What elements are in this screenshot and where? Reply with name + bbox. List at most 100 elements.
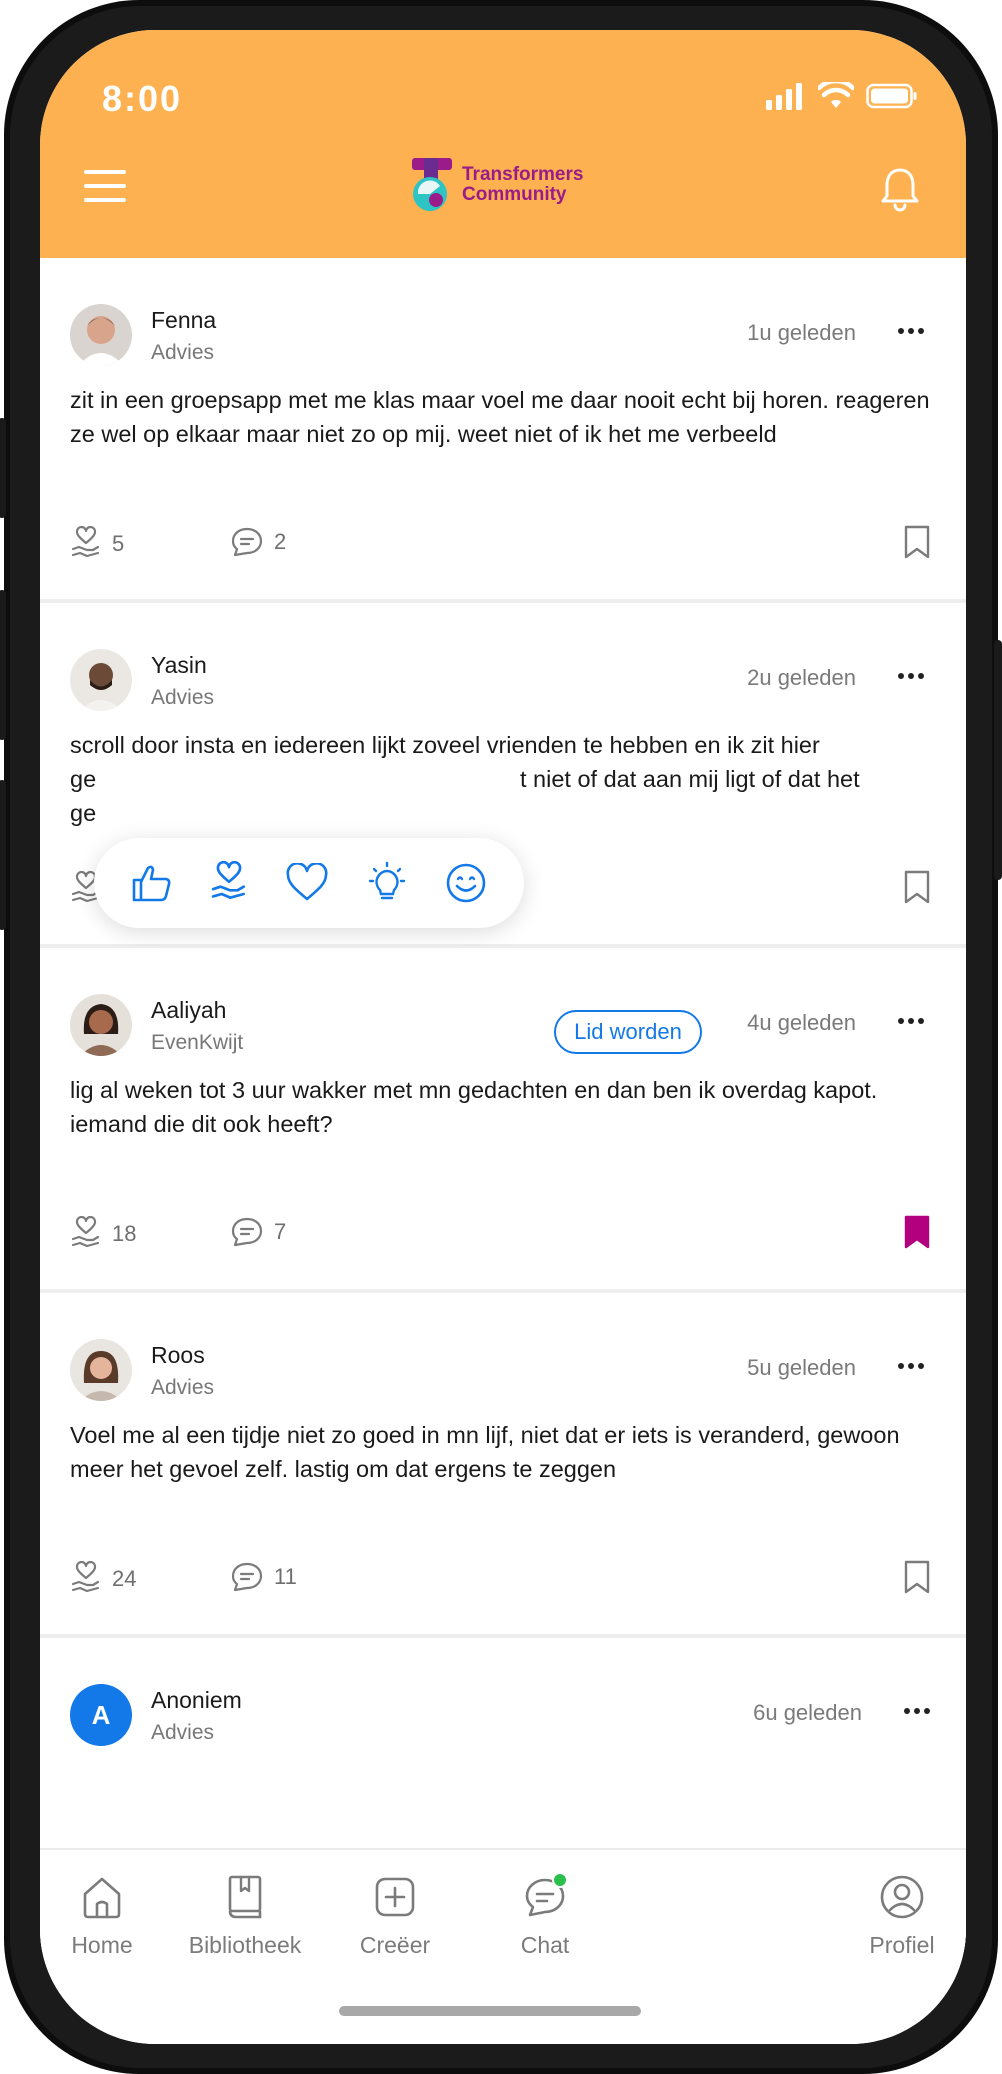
menu-button[interactable] bbox=[84, 170, 126, 206]
wifi-icon bbox=[818, 82, 854, 108]
post-time: 2u geleden bbox=[747, 665, 856, 690]
post-text[interactable]: Voel me al een tijdje niet zo goed in mn… bbox=[70, 1418, 940, 1486]
tab-label: Creëer bbox=[359, 1932, 431, 1958]
bookmark-icon[interactable] bbox=[902, 524, 932, 560]
post-time: 4u geleden bbox=[747, 1010, 856, 1035]
reaction-picker bbox=[94, 838, 524, 928]
hand-heart-icon[interactable] bbox=[209, 861, 249, 905]
comment-button[interactable]: 11 bbox=[230, 1561, 297, 1593]
post-time: 6u geleden bbox=[753, 1700, 862, 1725]
comment-count: 2 bbox=[274, 529, 287, 554]
post-text[interactable]: scroll door insta en iedereen lijkt zove… bbox=[70, 728, 940, 830]
post-author[interactable]: Anoniem bbox=[151, 1687, 242, 1714]
comment-icon bbox=[231, 527, 263, 557]
post-text[interactable]: zit in een groepsapp met me klas maar vo… bbox=[70, 383, 940, 451]
post-category: Advies bbox=[151, 1376, 215, 1399]
avatar-letter: A bbox=[91, 1699, 111, 1730]
more-options-icon[interactable] bbox=[898, 1010, 928, 1032]
join-button[interactable]: Lid worden bbox=[554, 1010, 702, 1054]
app-screen: 8:00 Transformers Community Fenna Advies… bbox=[40, 30, 966, 2044]
plus-square-icon bbox=[375, 1877, 415, 1917]
post-time: 1u geleden bbox=[747, 320, 856, 345]
book-icon bbox=[228, 1875, 262, 1919]
post-author[interactable]: Roos bbox=[151, 1342, 205, 1369]
avatar[interactable] bbox=[70, 304, 132, 366]
post-card[interactable]: Aaliyah EvenKwijt Lid worden 4u geleden … bbox=[40, 948, 966, 1293]
reaction-button[interactable]: 5 bbox=[70, 526, 124, 562]
reaction-count: 5 bbox=[112, 531, 125, 556]
post-category: Advies bbox=[151, 1721, 215, 1744]
more-options-icon[interactable] bbox=[898, 320, 928, 342]
logo-line-1: Transformers bbox=[462, 164, 584, 185]
post-category: Advies bbox=[151, 686, 215, 709]
heart-icon[interactable] bbox=[285, 863, 329, 903]
post-text-fragment: t niet of dat aan mij ligt of dat het bbox=[520, 766, 860, 792]
more-options-icon[interactable] bbox=[898, 665, 928, 687]
comment-count: 7 bbox=[274, 1219, 287, 1244]
signal-icon bbox=[766, 83, 802, 110]
tab-create[interactable]: Creëer bbox=[345, 1872, 445, 1959]
profile-icon bbox=[880, 1875, 924, 1919]
post-category: EvenKwijt bbox=[151, 1031, 244, 1054]
tab-chat[interactable]: Chat bbox=[495, 1872, 595, 1959]
post-text-fragment: ge bbox=[70, 766, 97, 792]
logo-mark-icon bbox=[412, 158, 452, 211]
post-text-line: ge bbox=[70, 800, 97, 826]
bottom-tab-bar: Home Bibliotheek Creëer Chat Profiel bbox=[40, 1848, 966, 2044]
post-card[interactable]: Roos Advies 5u geleden Voel me al een ti… bbox=[40, 1293, 966, 1638]
avatar[interactable] bbox=[70, 649, 132, 711]
avatar[interactable] bbox=[70, 994, 132, 1056]
post-author[interactable]: Yasin bbox=[151, 652, 207, 679]
hand-heart-icon bbox=[71, 1561, 100, 1593]
hand-heart-icon bbox=[71, 526, 100, 558]
smiley-icon[interactable] bbox=[444, 861, 488, 905]
more-options-icon[interactable] bbox=[898, 1355, 928, 1377]
avatar[interactable]: A bbox=[70, 1684, 132, 1746]
comment-icon bbox=[231, 1217, 263, 1247]
phone-frame: 8:00 Transformers Community Fenna Advies… bbox=[0, 0, 1002, 2074]
tab-label: Profiel bbox=[869, 1932, 935, 1958]
bookmark-icon[interactable] bbox=[902, 869, 932, 905]
post-time: 5u geleden bbox=[747, 1355, 856, 1380]
tab-profile[interactable]: Profiel bbox=[852, 1872, 952, 1959]
more-options-icon[interactable] bbox=[904, 1700, 934, 1722]
tab-home[interactable]: Home bbox=[52, 1872, 152, 1959]
hand-heart-icon bbox=[71, 1216, 100, 1248]
feed: Fenna Advies 1u geleden zit in een groep… bbox=[40, 258, 966, 1983]
avatar[interactable] bbox=[70, 1339, 132, 1401]
post-text[interactable]: lig al weken tot 3 uur wakker met mn ged… bbox=[70, 1073, 940, 1141]
lightbulb-icon[interactable] bbox=[365, 861, 409, 905]
home-icon bbox=[83, 1877, 121, 1919]
comment-button[interactable]: 7 bbox=[230, 1216, 286, 1248]
post-text-line: ge t niet of dat aan mij ligt of dat het bbox=[70, 762, 940, 796]
thumbs-up-icon[interactable] bbox=[130, 862, 174, 904]
post-text-line: scroll door insta en iedereen lijkt zove… bbox=[70, 732, 820, 758]
phone-volume-up bbox=[0, 590, 6, 740]
phone-power-button bbox=[994, 640, 1002, 880]
community-logo: Transformers Community bbox=[410, 156, 583, 214]
post-card[interactable]: Fenna Advies 1u geleden zit in een groep… bbox=[40, 258, 966, 603]
logo-line-2: Community bbox=[462, 184, 567, 205]
bookmark-filled-icon[interactable] bbox=[902, 1214, 932, 1250]
tab-label: Bibliotheek bbox=[188, 1932, 302, 1958]
comment-count: 11 bbox=[274, 1564, 297, 1589]
battery-icon bbox=[866, 83, 917, 109]
bookmark-icon[interactable] bbox=[902, 1559, 932, 1595]
app-header: 8:00 Transformers Community bbox=[40, 30, 966, 258]
comment-button[interactable]: 2 bbox=[230, 526, 286, 558]
logo-text: Transformers Community bbox=[462, 165, 583, 205]
home-indicator[interactable] bbox=[339, 2006, 641, 2016]
post-author[interactable]: Fenna bbox=[151, 307, 216, 334]
phone-volume-down bbox=[0, 780, 6, 930]
tab-library[interactable]: Bibliotheek bbox=[180, 1872, 310, 1959]
comment-icon bbox=[231, 1562, 263, 1592]
tab-label: Home bbox=[71, 1932, 133, 1958]
reaction-button[interactable]: 24 bbox=[70, 1561, 136, 1597]
reaction-button[interactable]: 18 bbox=[70, 1216, 136, 1252]
post-author[interactable]: Aaliyah bbox=[151, 997, 226, 1024]
chat-icon bbox=[525, 1872, 568, 1917]
status-time: 8:00 bbox=[102, 78, 183, 119]
bell-icon[interactable] bbox=[880, 166, 920, 212]
post-category: Advies bbox=[151, 341, 215, 364]
phone-side-button bbox=[0, 418, 6, 518]
